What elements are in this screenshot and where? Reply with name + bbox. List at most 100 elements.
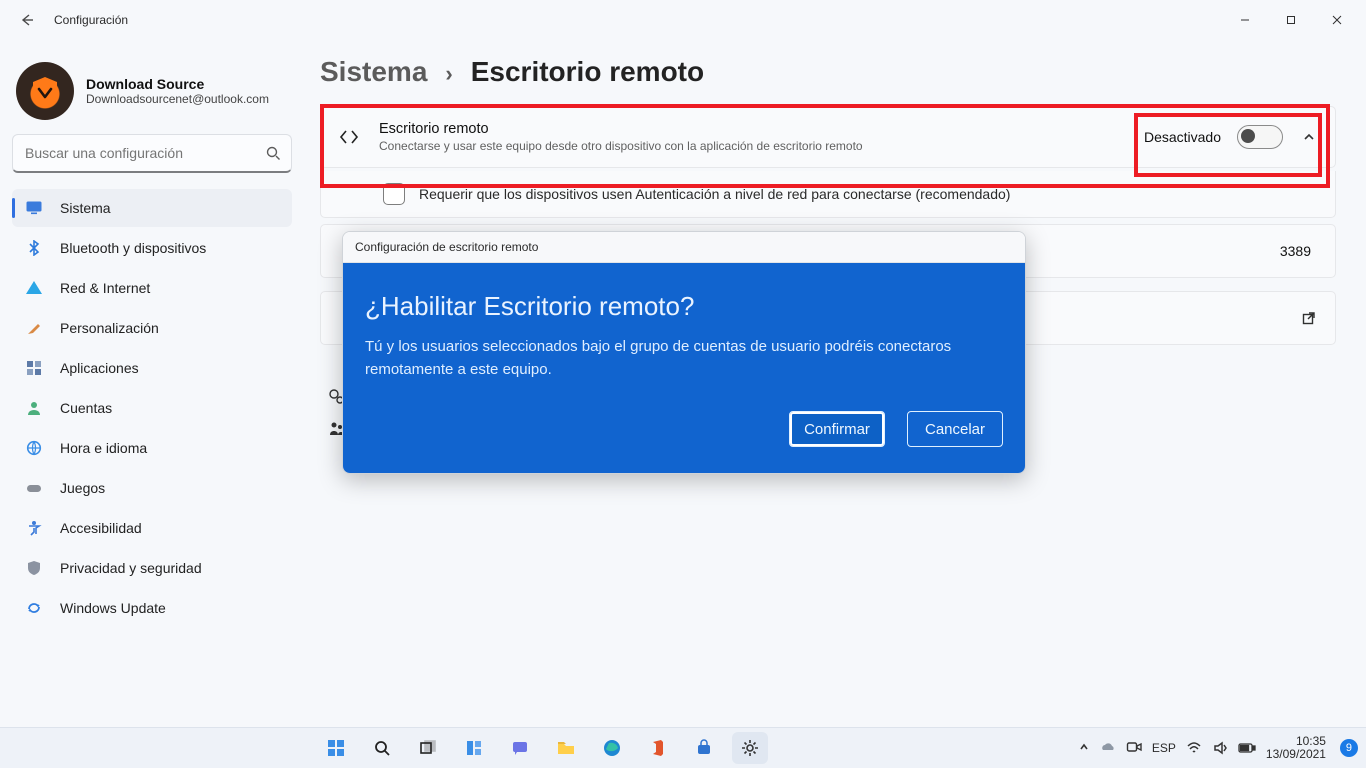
nav-item-personalizacion[interactable]: Personalización — [12, 309, 292, 347]
account-name: Download Source — [86, 76, 269, 92]
breadcrumb-separator: › — [445, 61, 452, 87]
settings-search[interactable] — [12, 134, 292, 173]
tray-language[interactable]: ESP — [1152, 741, 1176, 755]
shield-icon — [24, 558, 44, 578]
remote-desktop-toggle[interactable] — [1237, 125, 1283, 149]
close-icon — [1332, 15, 1342, 25]
page-title: Escritorio remoto — [471, 56, 704, 88]
file-explorer-button[interactable] — [548, 732, 584, 764]
system-tray: ESP 10:35 13/09/2021 9 — [1078, 735, 1358, 760]
confirm-dialog: Configuración de escritorio remoto ¿Habi… — [342, 231, 1026, 474]
window-maximize-button[interactable] — [1268, 4, 1314, 36]
nav-item-label: Juegos — [60, 480, 105, 496]
volume-icon — [1212, 740, 1228, 756]
settings-nav: Sistema Bluetooth y dispositivos Red & I… — [12, 189, 292, 627]
chat-icon — [511, 739, 529, 757]
account-block[interactable]: Download Source Downloadsourcenet@outloo… — [12, 56, 292, 134]
back-button[interactable] — [10, 3, 44, 37]
chevron-up-icon — [1302, 130, 1316, 144]
nav-item-label: Sistema — [60, 200, 111, 216]
port-value: 3389 — [1280, 243, 1311, 259]
dialog-body-text: Tú y los usuarios seleccionados bajo el … — [365, 336, 952, 381]
nav-item-sistema[interactable]: Sistema — [12, 189, 292, 227]
battery-icon — [1238, 742, 1256, 754]
nav-item-juegos[interactable]: Juegos — [12, 469, 292, 507]
confirm-button[interactable]: Confirmar — [789, 411, 885, 447]
nav-item-red-internet[interactable]: Red & Internet — [12, 269, 292, 307]
task-view-button[interactable] — [410, 732, 446, 764]
account-email: Downloadsourcenet@outlook.com — [86, 92, 269, 106]
cancel-button[interactable]: Cancelar — [907, 411, 1003, 447]
nav-item-label: Windows Update — [60, 600, 166, 616]
settings-taskbar-button[interactable] — [732, 732, 768, 764]
nav-item-privacidad[interactable]: Privacidad y seguridad — [12, 549, 292, 587]
meet-now-icon[interactable] — [1126, 739, 1142, 758]
remote-desktop-icon — [337, 125, 361, 149]
taskbar-search-button[interactable] — [364, 732, 400, 764]
edge-button[interactable] — [594, 732, 630, 764]
nav-item-label: Hora e idioma — [60, 440, 147, 456]
widgets-icon — [465, 739, 483, 757]
nav-item-aplicaciones[interactable]: Aplicaciones — [12, 349, 292, 387]
remote-desktop-title: Escritorio remoto — [379, 121, 863, 137]
brush-icon — [24, 318, 44, 338]
globe-clock-icon — [24, 438, 44, 458]
breadcrumb-parent[interactable]: Sistema — [320, 56, 427, 88]
office-icon — [649, 739, 667, 757]
notification-count: 9 — [1346, 742, 1352, 754]
gear-icon — [741, 739, 759, 757]
window-titlebar: Configuración — [0, 0, 1366, 40]
nav-item-accesibilidad[interactable]: Accesibilidad — [12, 509, 292, 547]
window-minimize-button[interactable] — [1222, 4, 1268, 36]
nla-checkbox[interactable] — [383, 183, 405, 205]
shield-down-icon — [25, 71, 65, 111]
store-button[interactable] — [686, 732, 722, 764]
folder-icon — [556, 738, 576, 758]
nav-item-cuentas[interactable]: Cuentas — [12, 389, 292, 427]
gamepad-icon — [24, 478, 44, 498]
chat-button[interactable] — [502, 732, 538, 764]
taskbar: ESP 10:35 13/09/2021 9 — [0, 727, 1366, 768]
nla-row[interactable]: Requerir que los dispositivos usen Auten… — [320, 171, 1336, 218]
monitor-icon — [24, 198, 44, 218]
apps-icon — [24, 358, 44, 378]
nav-item-label: Bluetooth y dispositivos — [60, 240, 206, 256]
notification-badge[interactable]: 9 — [1340, 739, 1358, 757]
nav-item-bluetooth[interactable]: Bluetooth y dispositivos — [12, 229, 292, 267]
edge-icon — [602, 738, 622, 758]
search-icon — [265, 145, 281, 161]
onedrive-icon[interactable] — [1100, 739, 1116, 758]
search-input[interactable] — [13, 135, 291, 171]
accessibility-icon — [24, 518, 44, 538]
start-button[interactable] — [318, 732, 354, 764]
nav-item-label: Accesibilidad — [60, 520, 142, 536]
breadcrumb: Sistema › Escritorio remoto — [320, 56, 1336, 88]
taskbar-center — [318, 732, 768, 764]
search-icon — [373, 739, 391, 757]
tray-clock[interactable]: 10:35 13/09/2021 — [1266, 735, 1326, 760]
task-view-icon — [419, 739, 437, 757]
window-title: Configuración — [54, 13, 128, 27]
bluetooth-icon — [24, 238, 44, 258]
remote-desktop-card[interactable]: Escritorio remoto Conectarse y usar este… — [320, 106, 1336, 168]
wifi-tray-icon — [1186, 740, 1202, 756]
user-icon — [24, 398, 44, 418]
tray-chevron-icon[interactable] — [1078, 741, 1090, 756]
remote-desktop-subtitle: Conectarse y usar este equipo desde otro… — [379, 139, 863, 153]
nav-item-label: Cuentas — [60, 400, 112, 416]
window-close-button[interactable] — [1314, 4, 1360, 36]
network-volume-battery[interactable] — [1186, 740, 1256, 756]
office-button[interactable] — [640, 732, 676, 764]
toggle-state-label: Desactivado — [1144, 129, 1221, 145]
expand-button[interactable] — [1299, 127, 1319, 147]
nav-item-hora-idioma[interactable]: Hora e idioma — [12, 429, 292, 467]
maximize-icon — [1286, 15, 1296, 25]
dialog-heading: ¿Habilitar Escritorio remoto? — [365, 291, 1003, 322]
wifi-icon — [24, 278, 44, 298]
nav-item-windows-update[interactable]: Windows Update — [12, 589, 292, 627]
nav-item-label: Red & Internet — [60, 280, 150, 296]
widgets-button[interactable] — [456, 732, 492, 764]
nav-item-label: Privacidad y seguridad — [60, 560, 202, 576]
open-external-icon — [1301, 310, 1317, 326]
nav-item-label: Personalización — [60, 320, 159, 336]
